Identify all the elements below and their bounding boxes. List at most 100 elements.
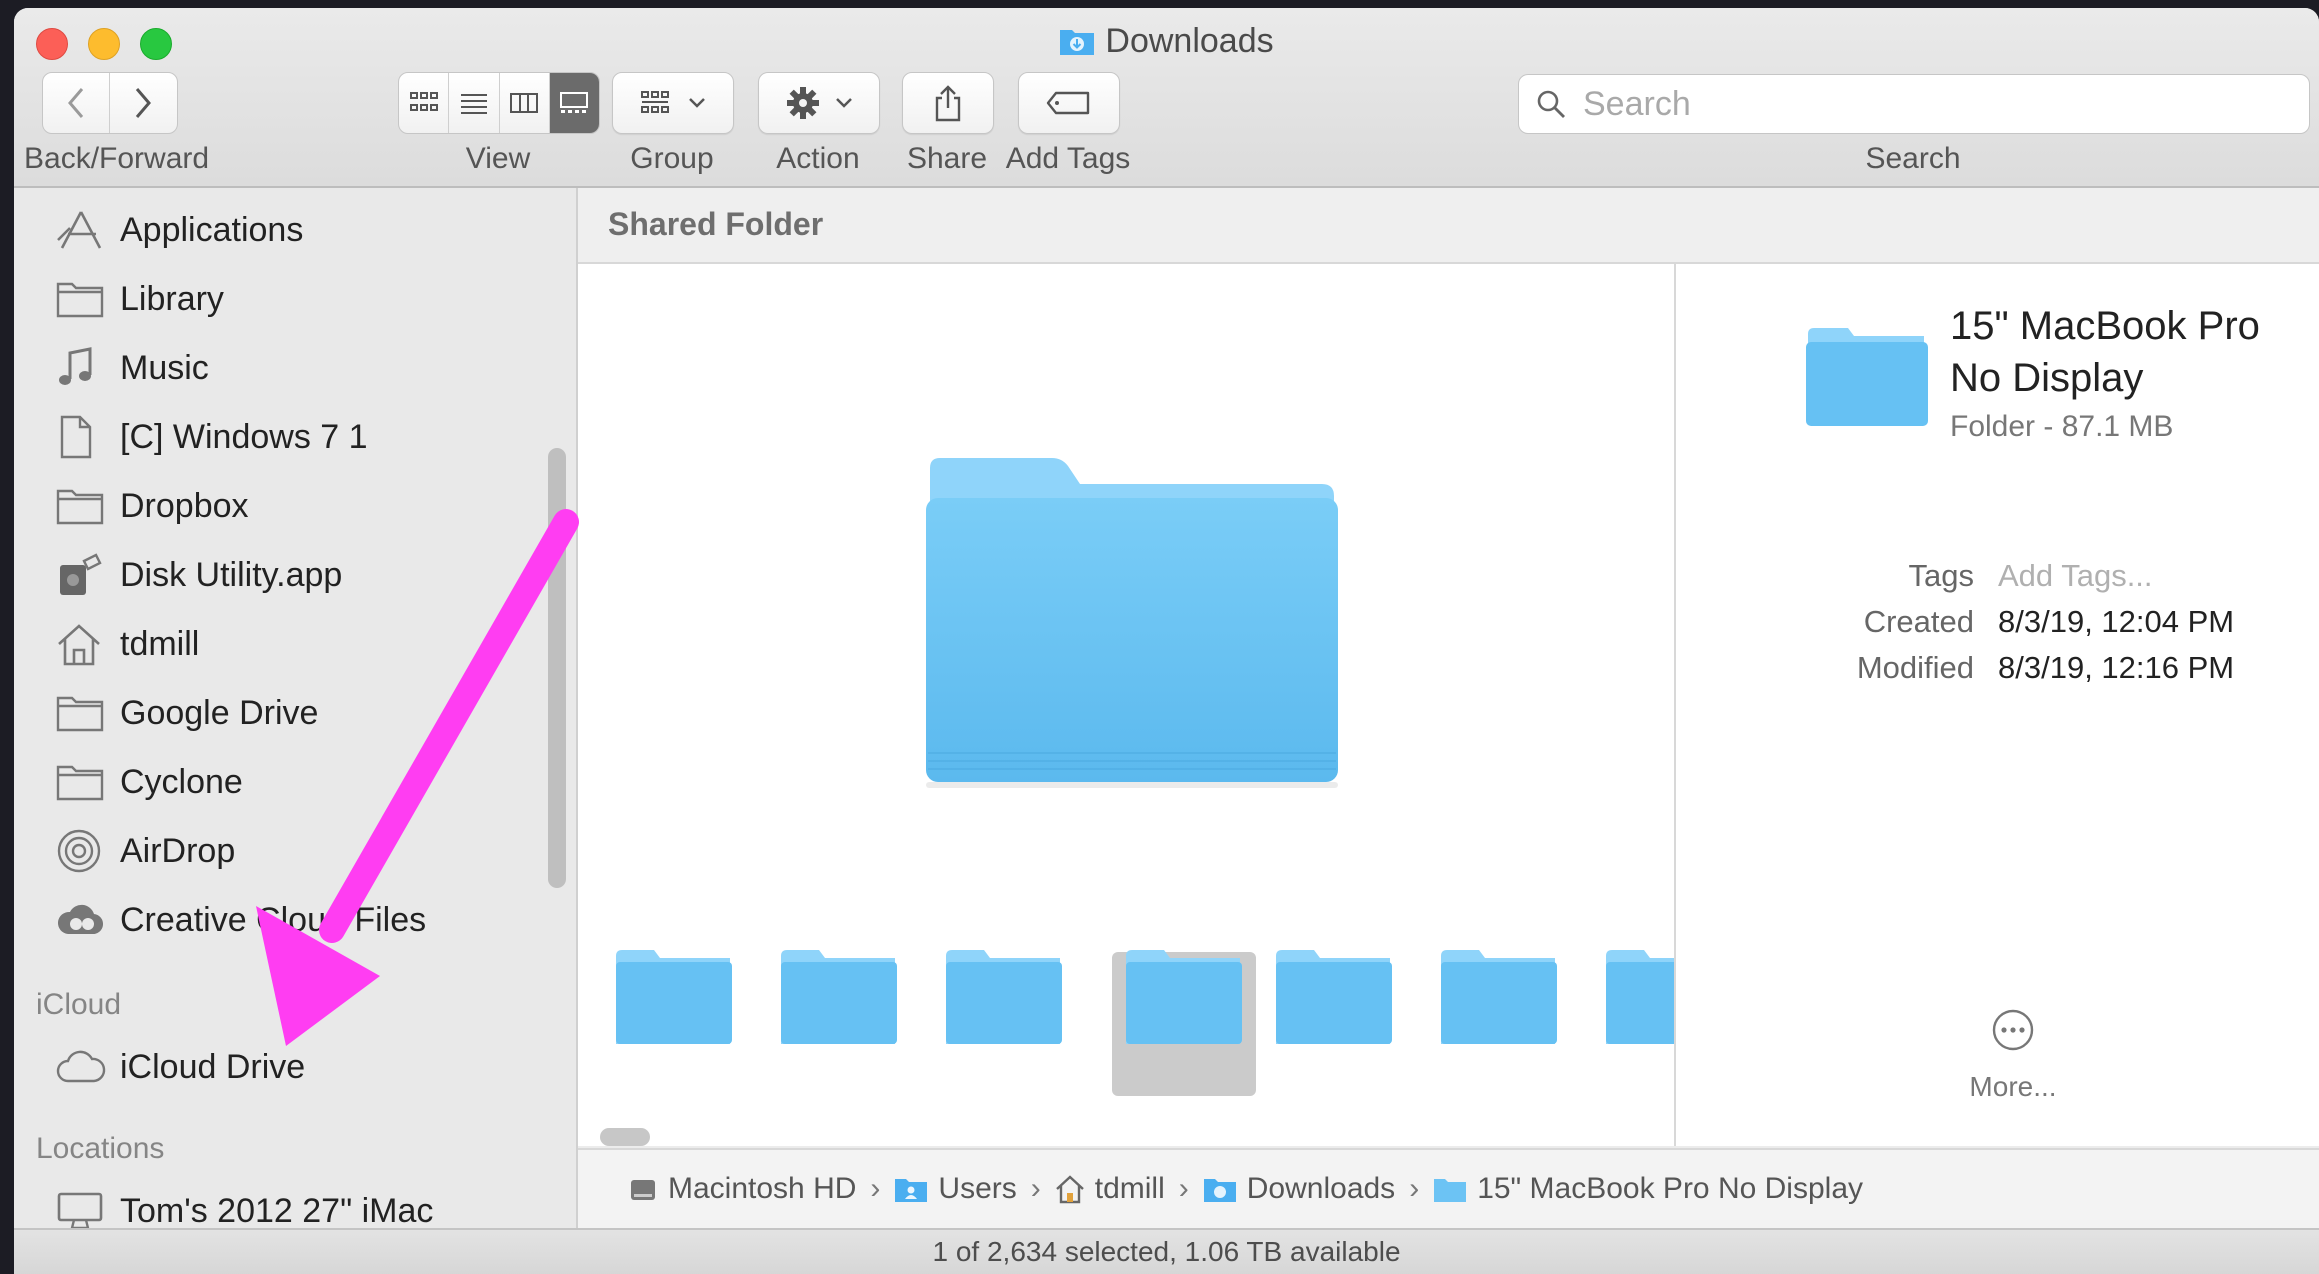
sidebar-item-label: Tom's 2012 27" iMac — [120, 1191, 434, 1230]
created-label: Created — [1863, 604, 1974, 639]
modified-label: Modified — [1856, 650, 1974, 685]
sidebar-item-label: Library — [120, 279, 224, 318]
window-title-text: Downloads — [1105, 22, 1274, 60]
back-forward-control — [42, 72, 178, 134]
modified-value: 8/3/19, 12:16 PM — [1998, 650, 2235, 685]
folder-thumbnail[interactable] — [1604, 948, 1674, 1048]
path-crumb-current-folder[interactable]: 15" MacBook Pro No Display — [1433, 1172, 1863, 1206]
home-icon — [56, 624, 108, 666]
gallery-header-title: Shared Folder — [608, 206, 824, 242]
applications-icon — [56, 210, 108, 250]
crumb-label: Macintosh HD — [668, 1172, 857, 1205]
more-ellipsis-icon — [1992, 1009, 2034, 1051]
sidebar-item-label: Dropbox — [120, 486, 249, 525]
sidebar-item-applications[interactable]: Applications — [56, 203, 303, 257]
view-icons-button[interactable] — [399, 73, 450, 133]
sidebar-item-icloud-drive[interactable]: iCloud Drive — [56, 1040, 305, 1094]
sidebar-item-creative-cloud[interactable]: Creative Cloud Files — [56, 893, 426, 947]
back-button[interactable] — [43, 73, 110, 133]
action-label: Action — [776, 142, 860, 175]
view-columns-button[interactable] — [500, 73, 550, 133]
folder-thumbnail-selected[interactable] — [1124, 948, 1244, 1048]
chevron-down-icon — [836, 98, 852, 108]
gear-icon — [787, 87, 819, 119]
view-label: View — [465, 142, 531, 175]
search-label: Search — [1865, 142, 1961, 175]
folder-thumbnail[interactable] — [944, 948, 1064, 1048]
path-crumb-users[interactable]: Users — [894, 1172, 1017, 1206]
columns-icon — [510, 93, 539, 113]
view-control — [398, 72, 600, 134]
search-input[interactable] — [1581, 83, 2285, 125]
imac-icon — [56, 1191, 108, 1231]
sidebar-item-library[interactable]: Library — [56, 272, 224, 326]
preview-file-name: 15" MacBook Pro No Display — [1950, 304, 2260, 400]
sidebar-item-cyclone[interactable]: Cyclone — [56, 755, 243, 809]
finder-window: Downloads Back/Forward View Group Action… — [14, 8, 2319, 1274]
gallery-horizontal-scrollbar[interactable] — [600, 1128, 650, 1146]
sidebar-item-label: Applications — [120, 210, 304, 249]
sidebar-item-label: [C] Windows 7 1 — [120, 417, 368, 456]
sidebar-item-label: iCloud Drive — [120, 1047, 306, 1086]
path-crumb-macintosh-hd[interactable]: Macintosh HD — [628, 1172, 856, 1206]
sidebar-item-label: Creative Cloud Files — [120, 900, 427, 939]
folder-thumbnail[interactable] — [1274, 948, 1394, 1048]
path-separator: › — [1030, 1172, 1041, 1205]
path-crumb-tdmill[interactable]: tdmill — [1055, 1172, 1165, 1206]
path-separator: › — [870, 1172, 881, 1205]
folder-thumbnail[interactable] — [1439, 948, 1559, 1048]
forward-button[interactable] — [110, 73, 176, 133]
sidebar-heading-locations: Locations — [36, 1132, 165, 1165]
more-button[interactable]: More... — [1948, 1008, 2078, 1103]
sidebar-item-dropbox[interactable]: Dropbox — [56, 479, 249, 533]
cloud-icon — [56, 1047, 108, 1087]
list-icon — [460, 94, 487, 114]
sidebar-item-airdrop[interactable]: AirDrop — [56, 824, 235, 878]
crumb-label: tdmill — [1094, 1172, 1165, 1205]
sidebar-item-label: Cyclone — [120, 762, 243, 801]
airdrop-icon — [56, 829, 108, 873]
sidebar-item-windows[interactable]: [C] Windows 7 1 — [56, 410, 368, 464]
chevron-left-icon — [68, 88, 84, 118]
view-gallery-button[interactable] — [549, 73, 599, 133]
more-label: More... — [1969, 1071, 2057, 1102]
path-crumb-downloads[interactable]: Downloads — [1203, 1172, 1395, 1206]
search-field[interactable] — [1518, 74, 2310, 134]
add-tags-button[interactable] — [1018, 72, 1120, 134]
group-icon — [641, 91, 669, 113]
disk-utility-icon — [56, 553, 108, 595]
users-folder-icon — [894, 1175, 928, 1203]
preview-kind-size: Folder - 87.1 MB — [1950, 410, 2174, 443]
tag-icon — [1046, 91, 1090, 115]
share-button[interactable] — [902, 72, 994, 134]
add-tags-field[interactable]: Add Tags... — [1998, 558, 2153, 594]
crumb-label: 15" MacBook Pro No Display — [1477, 1172, 1863, 1205]
creative-cloud-icon — [56, 900, 108, 940]
sidebar-item-label: tdmill — [120, 624, 200, 663]
preview-folder-icon — [1806, 328, 1928, 426]
document-icon — [56, 415, 108, 459]
folder-thumbnail[interactable] — [614, 948, 734, 1048]
folder-icon — [56, 486, 108, 526]
sidebar-item-music[interactable]: Music — [56, 341, 209, 395]
action-button[interactable] — [758, 72, 880, 134]
group-button[interactable] — [612, 72, 734, 134]
hard-drive-icon — [628, 1174, 658, 1204]
view-list-button[interactable] — [449, 73, 500, 133]
search-icon — [1537, 90, 1565, 118]
sidebar-item-disk-utility[interactable]: Disk Utility.app — [56, 548, 342, 602]
gallery-icon — [560, 92, 589, 113]
sidebar-item-google-drive[interactable]: Google Drive — [56, 686, 318, 740]
group-label: Group — [630, 142, 714, 175]
created-value: 8/3/19, 12:04 PM — [1998, 604, 2235, 639]
folder-icon — [1433, 1175, 1467, 1203]
folder-thumbnail[interactable] — [779, 948, 899, 1048]
status-text: 1 of 2,634 selected, 1.06 TB available — [932, 1236, 1401, 1267]
sidebar-scrollbar[interactable] — [548, 448, 566, 888]
gallery-header: Shared Folder — [578, 188, 2319, 264]
icon-grid-icon — [409, 92, 438, 111]
downloads-folder-icon — [1059, 26, 1095, 65]
large-folder-preview[interactable] — [912, 448, 1348, 798]
toolbar: Downloads Back/Forward View Group Action… — [14, 8, 2319, 188]
sidebar-item-tdmill[interactable]: tdmill — [56, 617, 199, 671]
